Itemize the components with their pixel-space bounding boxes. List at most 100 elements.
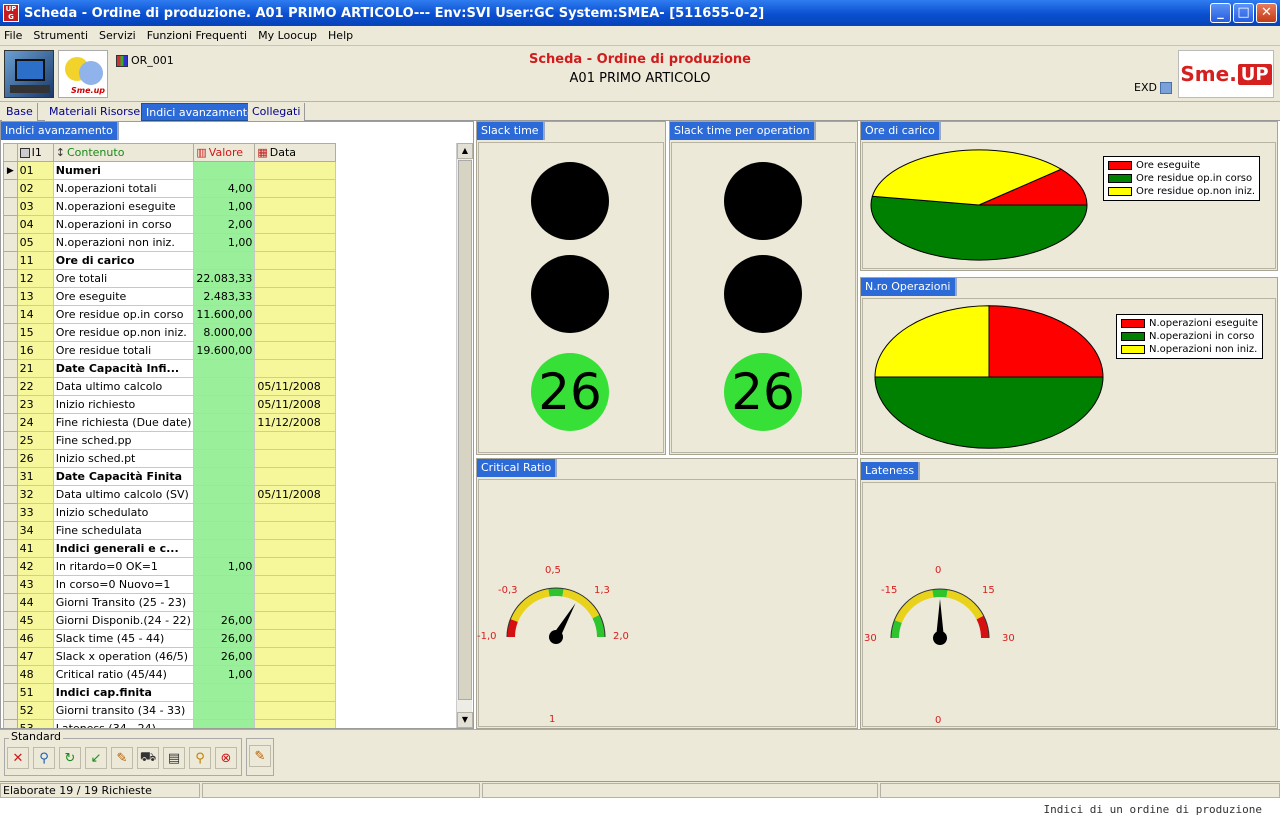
row-header[interactable] xyxy=(3,269,18,288)
row-header[interactable] xyxy=(3,359,18,378)
computer-logo-icon[interactable] xyxy=(4,50,54,98)
table-row[interactable]: 47 Slack x operation (46/5) 26,00 xyxy=(3,647,455,666)
tab-risorse[interactable]: Risorse xyxy=(96,103,146,121)
row-header[interactable] xyxy=(3,647,18,666)
table-row[interactable]: 24 Fine richiesta (Due date) 11/12/2008 xyxy=(3,413,455,432)
table-row[interactable]: 02 N.operazioni totali 4,00 xyxy=(3,179,455,198)
edit-note-icon[interactable]: ✎ xyxy=(249,745,271,767)
table-row[interactable]: 25 Fine sched.pp xyxy=(3,431,455,450)
table-row[interactable]: 16 Ore residue totali 19.600,00 xyxy=(3,341,455,360)
menu-strumenti[interactable]: Strumenti xyxy=(33,29,88,42)
row-header[interactable] xyxy=(3,485,18,504)
table-row[interactable]: 43 In corso=0 Nuovo=1 xyxy=(3,575,455,594)
row-header[interactable] xyxy=(3,467,18,486)
row-header[interactable] xyxy=(3,341,18,360)
row-marker-icon[interactable]: ▶ xyxy=(3,161,18,180)
table-row[interactable]: 12 Ore totali 22.083,33 xyxy=(3,269,455,288)
menu-my-loocup[interactable]: My Loocup xyxy=(258,29,317,42)
row-header[interactable] xyxy=(3,629,18,648)
menu-help[interactable]: Help xyxy=(328,29,353,42)
row-header[interactable] xyxy=(3,305,18,324)
row-header[interactable] xyxy=(3,431,18,450)
row-header[interactable] xyxy=(3,179,18,198)
tab-indici-avanzamento[interactable]: Indici avanzamento xyxy=(141,103,259,121)
title-bar[interactable]: UP G Scheda - Ordine di produzione. A01 … xyxy=(0,0,1280,26)
close-window-button[interactable]: ✕ xyxy=(1256,3,1277,23)
table-row[interactable]: 53Lateness (34 - 24) xyxy=(3,719,455,728)
export-button[interactable]: ▤ xyxy=(163,747,185,769)
table-row[interactable]: 42 In ritardo=0 OK=1 1,00 xyxy=(3,557,455,576)
table-row[interactable]: 23 Inizio richiesto 05/11/2008 xyxy=(3,395,455,414)
minimize-button[interactable]: _ xyxy=(1210,3,1231,23)
table-row[interactable]: 48 Critical ratio (45/44) 1,00 xyxy=(3,665,455,684)
table-row[interactable]: 03 N.operazioni eseguite 1,00 xyxy=(3,197,455,216)
column-header-valore[interactable]: ▥ Valore xyxy=(193,143,256,162)
column-header-code[interactable]: I1 xyxy=(16,143,54,162)
row-header[interactable] xyxy=(3,539,18,558)
exd-indicator[interactable]: EXD xyxy=(1134,81,1172,94)
row-header[interactable] xyxy=(3,593,18,612)
row-header[interactable] xyxy=(3,215,18,234)
row-header[interactable] xyxy=(3,701,18,720)
row-header[interactable] xyxy=(3,719,18,728)
table-row[interactable]: 32 Data ultimo calcolo (SV) 05/11/2008 xyxy=(3,485,455,504)
row-header[interactable] xyxy=(3,233,18,252)
table-row[interactable]: 22 Data ultimo calcolo 05/11/2008 xyxy=(3,377,455,396)
zoom-button[interactable]: ⚲ xyxy=(189,747,211,769)
row-header[interactable] xyxy=(3,665,18,684)
tab-collegati[interactable]: Collegati xyxy=(248,103,306,121)
smeup-mascot-logo[interactable]: Sme.up xyxy=(58,50,108,98)
row-header[interactable] xyxy=(3,287,18,306)
back-button[interactable]: ↙ xyxy=(85,747,107,769)
table-row[interactable]: 05 N.operazioni non iniz. 1,00 xyxy=(3,233,455,252)
scroll-down-arrow-icon[interactable]: ▼ xyxy=(457,712,473,728)
row-header[interactable] xyxy=(3,197,18,216)
cart-button[interactable]: ⛟ xyxy=(137,747,159,769)
row-header[interactable] xyxy=(3,323,18,342)
menu-funzioni-frequenti[interactable]: Funzioni Frequenti xyxy=(147,29,247,42)
row-header[interactable] xyxy=(3,395,18,414)
find-button[interactable]: ⚲ xyxy=(33,747,55,769)
scroll-up-arrow-icon[interactable]: ▲ xyxy=(457,143,473,159)
scroll-thumb[interactable] xyxy=(458,160,472,700)
row-header[interactable] xyxy=(3,449,18,468)
menu-file[interactable]: File xyxy=(4,29,22,42)
table-row[interactable]: 26 Inizio sched.pt xyxy=(3,449,455,468)
table-row[interactable]: 52 Giorni transito (34 - 33) xyxy=(3,701,455,720)
table-row[interactable]: 21 Date Capacità Infi... xyxy=(3,359,455,378)
table-row[interactable]: ▶ 01 Numeri xyxy=(3,161,455,180)
tab-base[interactable]: Base xyxy=(2,103,38,121)
stop-button[interactable]: ⊗ xyxy=(215,747,237,769)
table-row[interactable]: 04 N.operazioni in corso 2,00 xyxy=(3,215,455,234)
row-header[interactable] xyxy=(3,557,18,576)
vertical-scrollbar[interactable]: ▲ ▼ xyxy=(456,143,473,728)
table-row[interactable]: 46 Slack time (45 - 44) 26,00 xyxy=(3,629,455,648)
row-header[interactable] xyxy=(3,611,18,630)
refresh-button[interactable]: ↻ xyxy=(59,747,81,769)
row-header[interactable] xyxy=(3,377,18,396)
table-row[interactable]: 15 Ore residue op.non iniz. 8.000,00 xyxy=(3,323,455,342)
tab-materiali[interactable]: Materiali xyxy=(45,103,102,121)
table-row[interactable]: 33 Inizio schedulato xyxy=(3,503,455,522)
table-row[interactable]: 11 Ore di carico xyxy=(3,251,455,270)
close-button[interactable]: ✕ xyxy=(7,747,29,769)
maximize-button[interactable]: □ xyxy=(1233,3,1254,23)
table-row[interactable]: 13 Ore eseguite 2.483,33 xyxy=(3,287,455,306)
table-row[interactable]: 34 Fine schedulata xyxy=(3,521,455,540)
edit-button[interactable]: ✎ xyxy=(111,747,133,769)
table-row[interactable]: 51 Indici cap.finita xyxy=(3,683,455,702)
table-row[interactable]: 14 Ore residue op.in corso 11.600,00 xyxy=(3,305,455,324)
table-row[interactable]: 31 Date Capacità Finita xyxy=(3,467,455,486)
table-row[interactable]: 45 Giorni Disponib.(24 - 22) 26,00 xyxy=(3,611,455,630)
column-header-contenuto[interactable]: ↕ Contenuto xyxy=(52,143,195,162)
row-header[interactable] xyxy=(3,251,18,270)
column-header-data[interactable]: ▦ Data xyxy=(254,143,337,162)
menu-servizi[interactable]: Servizi xyxy=(99,29,136,42)
row-header[interactable] xyxy=(3,503,18,522)
row-header[interactable] xyxy=(3,683,18,702)
row-header[interactable] xyxy=(3,521,18,540)
table-row[interactable]: 41 Indici generali e c... xyxy=(3,539,455,558)
row-header[interactable] xyxy=(3,413,18,432)
row-header[interactable] xyxy=(3,575,18,594)
table-row[interactable]: 44 Giorni Transito (25 - 23) xyxy=(3,593,455,612)
